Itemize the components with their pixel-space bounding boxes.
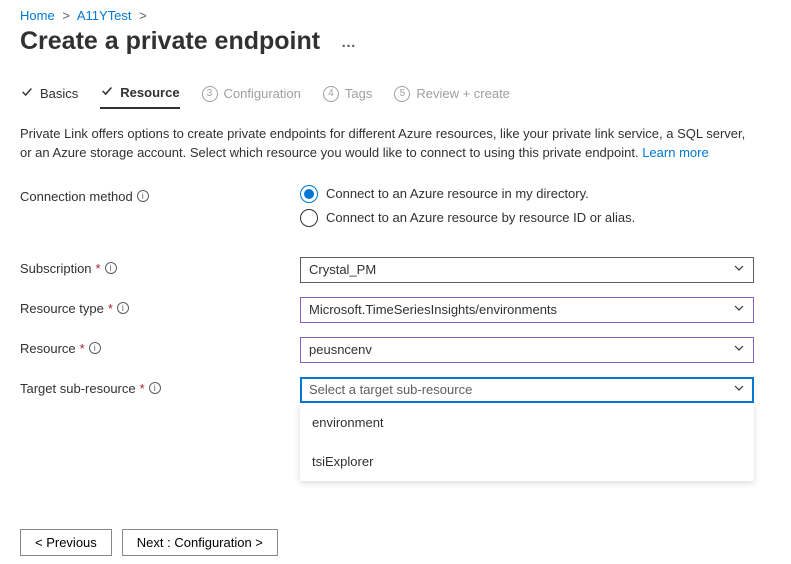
info-icon[interactable]: i <box>105 262 117 274</box>
connection-method-radios: Connect to an Azure resource in my direc… <box>300 185 754 233</box>
step-number-icon: 4 <box>323 86 339 102</box>
label-resource: Resource * i <box>20 337 300 356</box>
tab-label: Configuration <box>224 86 301 101</box>
label-connection-method: Connection method i <box>20 185 300 204</box>
more-actions-button[interactable]: … <box>337 32 360 53</box>
step-number-icon: 3 <box>202 86 218 102</box>
footer-buttons: < Previous Next : Configuration > <box>20 529 771 556</box>
tab-label: Basics <box>40 86 78 101</box>
check-icon <box>100 84 114 101</box>
chevron-down-icon <box>733 382 745 397</box>
info-icon[interactable]: i <box>149 382 161 394</box>
tab-configuration[interactable]: 3 Configuration <box>202 86 301 108</box>
check-icon <box>20 85 34 102</box>
dropdown-value: peusncenv <box>309 342 372 357</box>
label-subscription: Subscription * i <box>20 257 300 276</box>
required-indicator: * <box>108 301 113 316</box>
required-indicator: * <box>140 381 145 396</box>
tab-review-create[interactable]: 5 Review + create <box>394 86 510 108</box>
resource-dropdown[interactable]: peusncenv <box>300 337 754 363</box>
option-environment[interactable]: environment <box>300 403 754 442</box>
chevron-down-icon <box>733 262 745 277</box>
breadcrumb-separator: > <box>139 8 147 23</box>
info-icon[interactable]: i <box>89 342 101 354</box>
required-indicator: * <box>80 341 85 356</box>
target-sub-resource-dropdown[interactable]: Select a target sub-resource <box>300 377 754 403</box>
radio-connect-resource-id[interactable]: Connect to an Azure resource by resource… <box>300 209 754 227</box>
label-resource-type: Resource type * i <box>20 297 300 316</box>
subscription-dropdown[interactable]: Crystal_PM <box>300 257 754 283</box>
page-title: Create a private endpoint … <box>20 27 771 56</box>
radio-label: Connect to an Azure resource in my direc… <box>326 186 589 201</box>
info-icon[interactable]: i <box>117 302 129 314</box>
step-number-icon: 5 <box>394 86 410 102</box>
tabs: Basics Resource 3 Configuration 4 Tags 5… <box>20 84 771 109</box>
breadcrumb: Home > A11YTest > <box>20 8 771 23</box>
breadcrumb-separator: > <box>62 8 70 23</box>
tab-tags[interactable]: 4 Tags <box>323 86 372 108</box>
resource-type-dropdown[interactable]: Microsoft.TimeSeriesInsights/environment… <box>300 297 754 323</box>
breadcrumb-link-home[interactable]: Home <box>20 8 55 23</box>
tab-basics[interactable]: Basics <box>20 85 78 108</box>
tab-resource[interactable]: Resource <box>100 84 179 109</box>
breadcrumb-link-a11ytest[interactable]: A11YTest <box>77 8 132 23</box>
tab-label: Resource <box>120 85 179 100</box>
dropdown-placeholder: Select a target sub-resource <box>309 382 472 397</box>
chevron-down-icon <box>733 342 745 357</box>
next-button[interactable]: Next : Configuration > <box>122 529 278 556</box>
target-sub-resource-options: environment tsiExplorer <box>300 403 754 481</box>
radio-label: Connect to an Azure resource by resource… <box>326 210 635 225</box>
radio-icon <box>300 185 318 203</box>
chevron-down-icon <box>733 302 745 317</box>
required-indicator: * <box>96 261 101 276</box>
info-icon[interactable]: i <box>137 190 149 202</box>
option-tsiexplorer[interactable]: tsiExplorer <box>300 442 754 481</box>
dropdown-value: Microsoft.TimeSeriesInsights/environment… <box>309 302 557 317</box>
learn-more-link[interactable]: Learn more <box>642 145 708 160</box>
tab-label: Review + create <box>416 86 510 101</box>
description-text: Private Link offers options to create pr… <box>20 125 760 163</box>
dropdown-value: Crystal_PM <box>309 262 376 277</box>
radio-connect-directory[interactable]: Connect to an Azure resource in my direc… <box>300 185 754 203</box>
previous-button[interactable]: < Previous <box>20 529 112 556</box>
label-target-sub-resource: Target sub-resource * i <box>20 377 300 396</box>
radio-icon <box>300 209 318 227</box>
tab-label: Tags <box>345 86 372 101</box>
